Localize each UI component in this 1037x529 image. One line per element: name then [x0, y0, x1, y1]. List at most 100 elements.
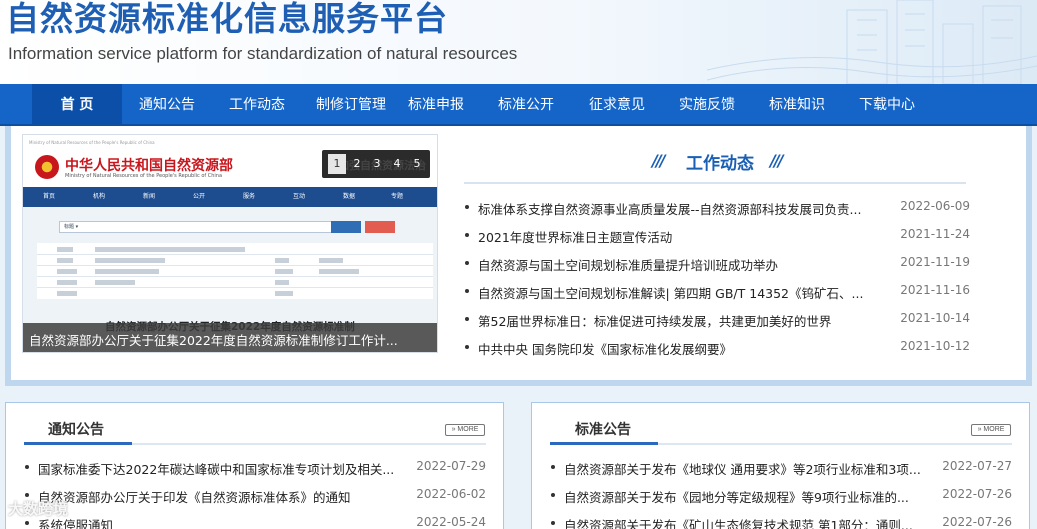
news-date: 2022-07-26 — [942, 515, 1012, 529]
standard-notice-item[interactable]: 自然资源部关于发布《地球仪 通用要求》等2项行业标准和3项... 2022-07… — [550, 459, 1012, 479]
title-decor-left: /// — [652, 151, 665, 170]
slide-image-body: 标题 ▾ — [23, 207, 437, 327]
news-title[interactable]: 自然资源部关于发布《矿山生态修复技术规范 第1部分：通则... — [564, 515, 926, 529]
bullet-icon — [25, 521, 29, 525]
nav-item-standard-disclosure[interactable]: 标准公开 — [486, 84, 566, 124]
slide-image-table-rule — [37, 254, 433, 255]
site-header: 自然资源标准化信息服务平台 Information service platfo… — [0, 0, 1037, 84]
news-title[interactable]: 标准体系支撑自然资源事业高质量发展--自然资源部科技发展司负责... — [478, 199, 878, 218]
slide-image-table-cell — [57, 258, 73, 263]
slide-image-table-cell — [275, 258, 289, 263]
slide-image-search: 标题 ▾ — [59, 221, 349, 233]
news-title[interactable]: 中共中央 国务院印发《国家标准化发展纲要》 — [478, 339, 878, 358]
notices-divider-accent — [24, 442, 132, 445]
bullet-icon — [551, 521, 555, 525]
slide-image-search-button — [331, 221, 361, 233]
news-title[interactable]: 第52届世界标准日：标准促进可持续发展，共建更加美好的世界 — [478, 311, 878, 330]
slide-image-table-cell — [95, 280, 135, 285]
slide-image-table-cell — [319, 258, 343, 263]
bullet-icon — [465, 317, 469, 321]
national-emblem-icon — [35, 155, 59, 179]
slide-image-nav-item: 首页 — [43, 193, 56, 200]
nav-item-revision-management[interactable]: 制修订管理 — [302, 84, 400, 124]
work-dynamics-item[interactable]: 自然资源与国土空间规划标准解读| 第四期 GB/T 14352《钨矿石、... … — [464, 283, 970, 303]
notice-item[interactable]: 系统停服通知 2022-05-24 — [24, 515, 486, 529]
standard-notice-item[interactable]: 自然资源部关于发布《矿山生态修复技术规范 第1部分：通则... 2022-07-… — [550, 515, 1012, 529]
slide-image-table-cell — [57, 280, 77, 285]
site-title[interactable]: 自然资源标准化信息服务平台 — [6, 0, 448, 38]
slide-caption-bar[interactable]: 自然资源部办公厅关于征集2022年度自然资源标准制修订工作计... — [23, 323, 437, 352]
bullet-icon — [465, 205, 469, 209]
slide-image-nav-item: 新闻 — [143, 193, 156, 200]
slide-image-table-cell — [319, 269, 359, 274]
slide-image-topbar-text: Ministry of Natural Resources of the Peo… — [29, 140, 155, 145]
slide-image-table-cell — [57, 269, 77, 274]
standards-more-button[interactable]: » MORE — [971, 424, 1011, 436]
slider-page-5[interactable]: 5 — [408, 154, 426, 174]
standards-title[interactable]: 标准公告 — [575, 419, 631, 439]
work-dynamics-item[interactable]: 标准体系支撑自然资源事业高质量发展--自然资源部科技发展司负责... 2022-… — [464, 199, 970, 219]
slide-image-org-name: 中华人民共和国自然资源部 — [65, 158, 233, 174]
watermark: 大数跨境 — [8, 500, 69, 518]
work-dynamics-item[interactable]: 第52届世界标准日：标准促进可持续发展，共建更加美好的世界 2021-10-14 — [464, 311, 970, 331]
work-dynamics-item[interactable]: 2021年度世界标准日主题宣传活动 2021-11-24 — [464, 227, 970, 247]
nav-item-home[interactable]: 首 页 — [32, 84, 122, 124]
news-title[interactable]: 自然资源与国土空间规划标准质量提升培训班成功举办 — [478, 255, 878, 274]
news-date: 2021-10-14 — [900, 311, 970, 325]
work-dynamics-item[interactable]: 中共中央 国务院印发《国家标准化发展纲要》 2021-10-12 — [464, 339, 970, 359]
work-dynamics-title[interactable]: 工作动态 — [686, 149, 754, 174]
notice-item[interactable]: 国家标准委下达2022年碳达峰碳中和国家标准专项计划及相关... 2022-07… — [24, 459, 486, 479]
slide-image-advanced-button — [365, 221, 395, 233]
slider-page-4[interactable]: 4 — [388, 154, 406, 174]
standards-divider-accent — [550, 442, 658, 445]
notices-title[interactable]: 通知公告 — [48, 419, 104, 439]
news-title[interactable]: 国家标准委下达2022年碳达峰碳中和国家标准专项计划及相关... — [38, 459, 400, 478]
news-title[interactable]: 2021年度世界标准日主题宣传活动 — [478, 227, 878, 246]
work-dynamics-item[interactable]: 自然资源与国土空间规划标准质量提升培训班成功举办 2021-11-19 — [464, 255, 970, 275]
news-date: 2021-11-16 — [900, 283, 970, 297]
notice-item[interactable]: 自然资源部办公厅关于印发《自然资源标准体系》的通知 2022-06-02 — [24, 487, 486, 507]
slider-page-3[interactable]: 3 — [368, 154, 386, 174]
slide-image-table-cell — [57, 247, 73, 252]
news-date: 2022-06-09 — [900, 199, 970, 213]
bullet-icon — [465, 233, 469, 237]
slide-image-table-rule — [37, 265, 433, 266]
slider-page-1[interactable]: 1 — [328, 154, 346, 174]
news-date: 2022-06-02 — [416, 487, 486, 501]
standard-notice-item[interactable]: 自然资源部关于发布《园地分等定级规程》等9项行业标准的... 2022-07-2… — [550, 487, 1012, 507]
slide-image-table-cell — [95, 258, 165, 263]
slide-image-nav-item: 服务 — [243, 193, 256, 200]
news-title[interactable]: 系统停服通知 — [38, 515, 400, 529]
news-date: 2022-07-29 — [416, 459, 486, 473]
nav-item-feedback[interactable]: 实施反馈 — [668, 84, 746, 124]
slide-image-nav-item: 机构 — [93, 193, 106, 200]
slide-image-table-cell — [57, 291, 77, 296]
skyline-illustration — [707, 0, 1037, 84]
nav-item-downloads[interactable]: 下载中心 — [848, 84, 926, 124]
title-decor-right: /// — [770, 151, 783, 170]
slide-image-table-cell — [275, 291, 293, 296]
slide-image-nav-item: 互动 — [293, 193, 306, 200]
slide-image-table — [37, 243, 433, 299]
bullet-icon — [465, 345, 469, 349]
slide-image-table-cell — [95, 269, 159, 274]
main-nav: 首 页 通知公告 工作动态 制修订管理 标准申报 标准公开 征求意见 实施反馈 … — [0, 84, 1037, 126]
news-title[interactable]: 自然资源与国土空间规划标准解读| 第四期 GB/T 14352《钨矿石、... — [478, 283, 878, 302]
slide-image-nav: 首页 机构 新闻 公开 服务 互动 数据 专题 — [23, 187, 437, 207]
news-date: 2021-10-12 — [900, 339, 970, 353]
slide-image-table-cell — [275, 280, 289, 285]
news-title[interactable]: 自然资源部关于发布《地球仪 通用要求》等2项行业标准和3项... — [564, 459, 926, 478]
nav-item-work-dynamics[interactable]: 工作动态 — [212, 84, 302, 124]
slide-caption[interactable]: 自然资源部办公厅关于征集2022年度自然资源标准制修订工作计... — [29, 330, 433, 349]
notices-more-button[interactable]: » MORE — [445, 424, 485, 436]
news-title[interactable]: 自然资源部关于发布《园地分等定级规程》等9项行业标准的... — [564, 487, 926, 506]
slider-pager: 加强自然资源法治 1 2 3 4 5 — [322, 150, 430, 178]
nav-item-notices[interactable]: 通知公告 — [122, 84, 212, 124]
nav-item-standard-application[interactable]: 标准申报 — [400, 84, 472, 124]
slider-page-2[interactable]: 2 — [348, 154, 366, 174]
news-title[interactable]: 自然资源部办公厅关于印发《自然资源标准体系》的通知 — [38, 487, 400, 506]
news-date: 2022-07-27 — [942, 459, 1012, 473]
bullet-icon — [465, 289, 469, 293]
nav-item-consultation[interactable]: 征求意见 — [578, 84, 656, 124]
nav-item-standard-knowledge[interactable]: 标准知识 — [758, 84, 836, 124]
